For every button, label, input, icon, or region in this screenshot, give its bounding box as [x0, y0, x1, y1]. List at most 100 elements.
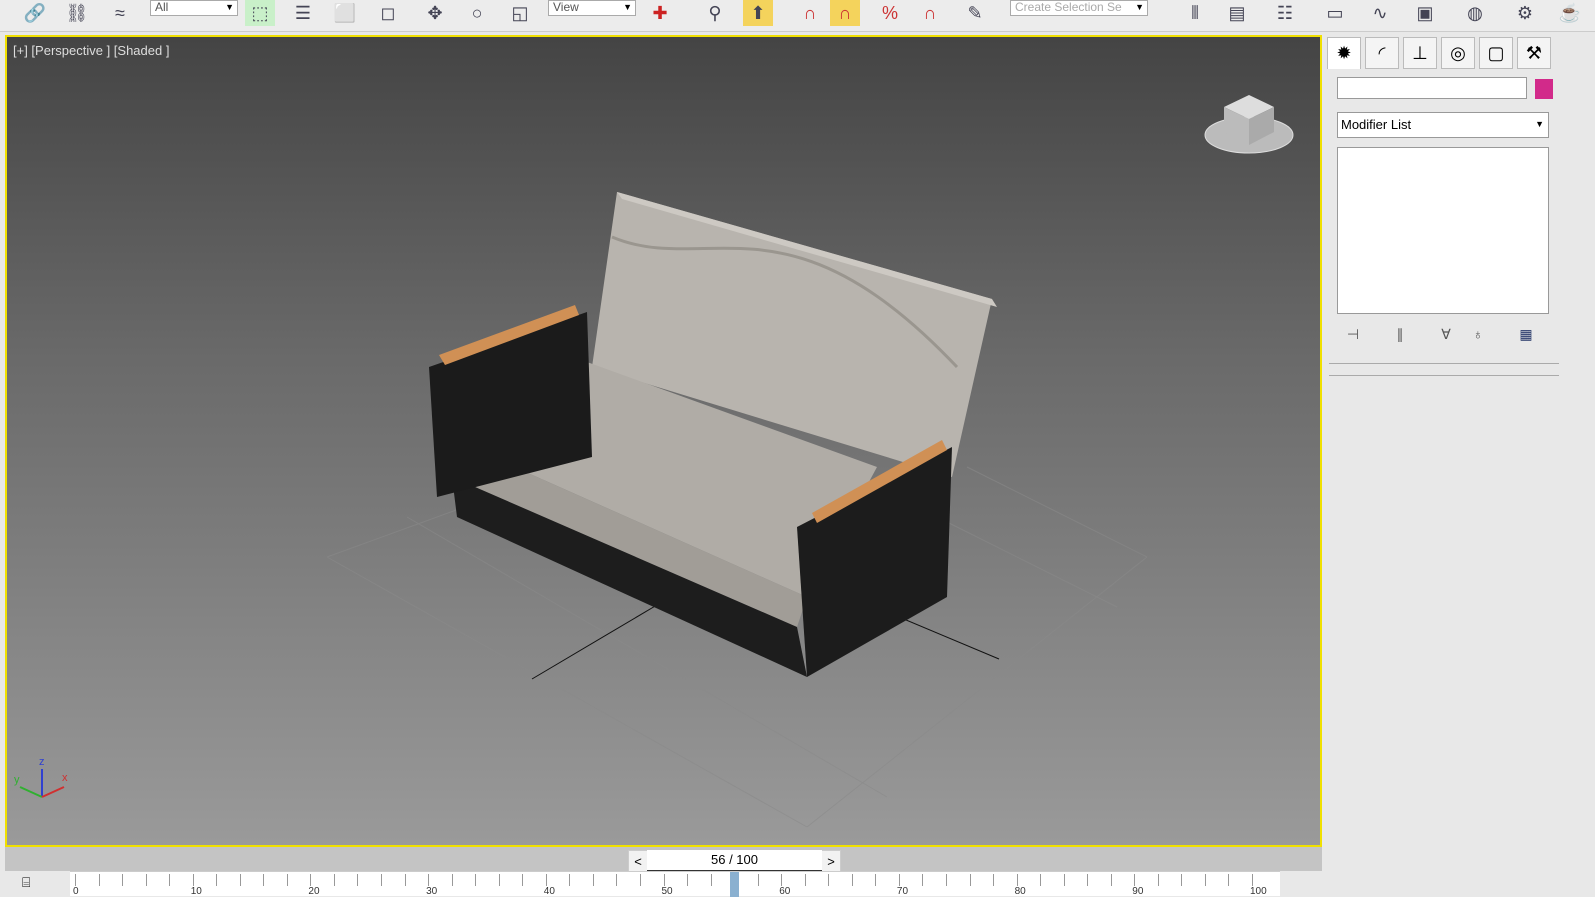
- material-editor-icon[interactable]: ◍: [1460, 0, 1490, 26]
- timeline-tick: [1228, 874, 1230, 886]
- timeline-tick: [757, 874, 759, 886]
- timeline-tick: [875, 874, 877, 886]
- time-slider[interactable]: < 56 / 100 >: [628, 850, 841, 872]
- timeline-tick: [451, 874, 453, 886]
- utilities-tab-icon[interactable]: ⚒: [1517, 37, 1551, 69]
- render-setup-icon[interactable]: ⚙: [1510, 0, 1540, 26]
- window-crossing-icon[interactable]: ◻: [373, 0, 403, 26]
- object-color-swatch[interactable]: [1535, 79, 1553, 99]
- timeline-tick: [945, 874, 947, 886]
- timeline-tick: [993, 874, 995, 886]
- timeline-tick: [922, 874, 924, 886]
- select-and-link-icon[interactable]: 🔗: [20, 0, 50, 26]
- render-icon[interactable]: ☕: [1555, 0, 1585, 26]
- make-unique-icon[interactable]: ∀: [1433, 323, 1459, 345]
- timeline-tick: [1252, 874, 1253, 886]
- mirror-icon[interactable]: ⫴: [1180, 0, 1210, 26]
- timeline-tick-label: 60: [779, 886, 791, 897]
- track-bar[interactable]: 0 10 20 30 40 50 60 70 80 90 100: [70, 871, 1280, 897]
- bind-to-space-warp-icon[interactable]: ≈: [105, 0, 135, 26]
- mini-curve-editor-icon[interactable]: ⌸: [22, 874, 30, 891]
- angle-snap-icon[interactable]: ∩: [830, 0, 860, 26]
- axis-x-label: x: [62, 772, 68, 784]
- grid-axis-line: [531, 601, 663, 680]
- timeline-tick: [286, 874, 288, 886]
- rectangular-selection-icon[interactable]: ⬜: [330, 0, 360, 26]
- timeline-tick: [169, 874, 171, 886]
- schematic-view-icon[interactable]: ▣: [1410, 0, 1440, 26]
- pin-stack-icon[interactable]: ⊣: [1340, 323, 1366, 345]
- modifier-list-dropdown[interactable]: Modifier List: [1337, 112, 1549, 138]
- modifier-stack[interactable]: [1337, 147, 1549, 314]
- timeline-tick-label: 40: [543, 886, 555, 897]
- timeline-tick: [851, 874, 853, 886]
- scene: z y x: [14, 95, 1294, 828]
- percent-snap-icon[interactable]: %: [875, 0, 905, 26]
- select-object-icon[interactable]: ⬚: [245, 0, 275, 26]
- timeline-tick: [804, 874, 806, 886]
- prev-frame-button[interactable]: <: [629, 854, 647, 869]
- divider: [1329, 375, 1559, 376]
- layer-manager-icon[interactable]: ☷: [1270, 0, 1300, 26]
- align-icon[interactable]: ▤: [1222, 0, 1252, 26]
- timeline-tick: [828, 874, 830, 886]
- main-toolbar: 🔗 ⛓ ≈ All ⬚ ☰ ⬜ ◻ ✥ ○ ◱ View ✚ ⚲ ⬆ ∩ ∩ %…: [0, 0, 1595, 32]
- timeline-tick: [333, 874, 335, 886]
- pivot-center-icon[interactable]: ✚: [645, 0, 675, 26]
- named-selection-dropdown[interactable]: Create Selection Se: [1010, 0, 1148, 16]
- move-icon[interactable]: ✥: [420, 0, 450, 26]
- timeline-tick: [569, 874, 571, 886]
- unlink-selection-icon[interactable]: ⛓: [62, 0, 92, 26]
- timeline-tick: [616, 874, 618, 886]
- next-frame-button[interactable]: >: [822, 854, 840, 869]
- timeline-tick: [216, 874, 218, 886]
- selection-filter-dropdown[interactable]: All: [150, 0, 238, 16]
- show-end-result-icon[interactable]: ∥: [1387, 323, 1413, 345]
- scene-explorer-icon[interactable]: ▭: [1320, 0, 1350, 26]
- motion-tab-icon[interactable]: ◎: [1441, 37, 1475, 69]
- timeline-tick-label: 100: [1250, 886, 1267, 897]
- perspective-viewport[interactable]: [+] [Perspective ] [Shaded ] z y x: [5, 35, 1322, 847]
- timeline-tick: [475, 874, 477, 886]
- frame-counter[interactable]: 56 / 100: [647, 850, 822, 872]
- timeline-tick: [1016, 874, 1018, 886]
- select-by-name-icon[interactable]: ☰: [288, 0, 318, 26]
- timeline-tick-label: 80: [1014, 886, 1026, 897]
- timeline-tick: [639, 874, 641, 886]
- timeline-tick: [1181, 874, 1183, 886]
- object-name-input[interactable]: [1337, 77, 1527, 99]
- timeline-tick: [1204, 874, 1206, 886]
- rotate-icon[interactable]: ○: [462, 0, 492, 26]
- timeline-tick: [781, 874, 783, 886]
- create-tab-icon[interactable]: ✹: [1327, 37, 1361, 69]
- curve-editor-icon[interactable]: ∿: [1365, 0, 1395, 26]
- divider: [1329, 363, 1559, 364]
- timeline-tick: [357, 874, 359, 886]
- timeline-tick: [545, 874, 547, 886]
- remove-modifier-icon[interactable]: ♁: [1465, 323, 1491, 345]
- timeline-tick: [192, 874, 194, 886]
- reference-coordinate-dropdown[interactable]: View: [548, 0, 636, 16]
- configure-modifier-sets-icon[interactable]: ▦: [1513, 323, 1539, 345]
- timeline-tick: [498, 874, 500, 886]
- snaps-toggle-icon[interactable]: ∩: [795, 0, 825, 26]
- hierarchy-tab-icon[interactable]: ⊥: [1403, 37, 1437, 69]
- timeline-tick: [898, 874, 900, 886]
- viewcube: [1204, 95, 1294, 154]
- timeline-tick-label: 90: [1132, 886, 1144, 897]
- timeline-tick-label: 50: [661, 886, 673, 897]
- timeline-tick: [1134, 874, 1136, 886]
- modify-tab-icon[interactable]: ◜: [1365, 37, 1399, 69]
- manipulate-icon[interactable]: ⚲: [700, 0, 730, 26]
- timeline-tick: [381, 874, 383, 886]
- edit-named-selection-icon[interactable]: ✎: [960, 0, 990, 26]
- timeline-tick: [428, 874, 430, 886]
- scale-icon[interactable]: ◱: [505, 0, 535, 26]
- keyboard-shortcut-override-icon[interactable]: ⬆: [743, 0, 773, 26]
- spinner-snap-icon[interactable]: ∩: [915, 0, 945, 26]
- timeline-tick: [1157, 874, 1159, 886]
- time-cursor[interactable]: [730, 872, 740, 897]
- timeline-tick-label: 10: [190, 886, 202, 897]
- display-tab-icon[interactable]: ▢: [1479, 37, 1513, 69]
- timeline-tick: [687, 874, 689, 886]
